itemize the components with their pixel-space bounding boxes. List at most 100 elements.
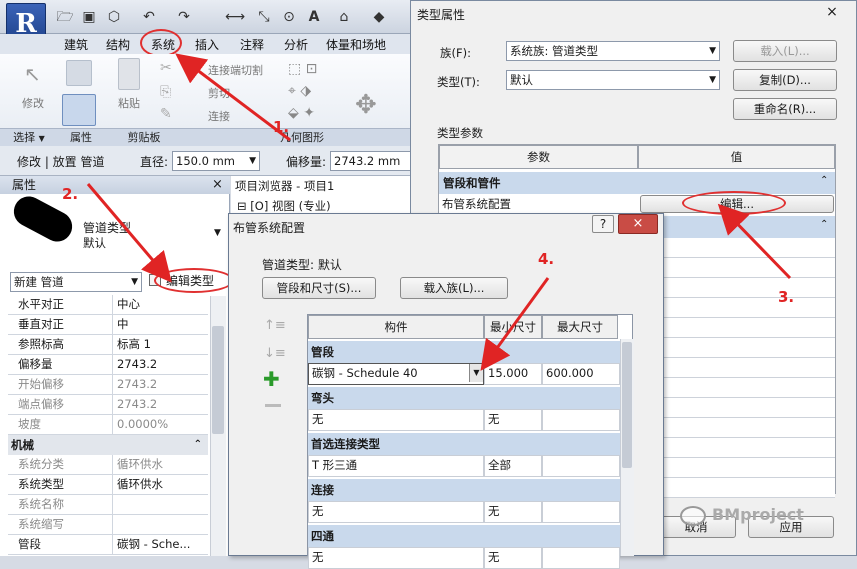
min-size-cell[interactable]: 无 bbox=[484, 547, 542, 569]
property-value[interactable]: 2743.2 bbox=[112, 355, 208, 375]
min-size-cell[interactable]: 15.000 bbox=[484, 363, 542, 385]
property-name: 管段 bbox=[18, 537, 41, 551]
redo-icon[interactable]: ↷ bbox=[175, 8, 193, 26]
group-pipe-fittings[interactable]: 管段和管件 bbox=[439, 172, 835, 194]
max-size-cell[interactable] bbox=[542, 547, 620, 569]
browser-title: 项目浏览器 - 项目1 bbox=[235, 179, 335, 193]
connect-cut-label[interactable]: 连接端切割 bbox=[208, 62, 263, 78]
move-up-icon[interactable]: ↑≡ bbox=[264, 318, 286, 333]
move-icon[interactable]: ✥ bbox=[355, 90, 377, 120]
property-row[interactable]: 偏移量 2743.2 bbox=[8, 355, 208, 375]
open-icon[interactable]: 🗁 bbox=[56, 8, 74, 26]
sync-icon[interactable]: ⬡ bbox=[105, 8, 123, 26]
segment-select[interactable]: 碳钢 - Schedule 40 ▼ bbox=[308, 363, 484, 385]
text-icon[interactable]: A bbox=[305, 8, 323, 26]
segments-sizes-button[interactable]: 管段和尺寸(S)... bbox=[262, 277, 376, 299]
property-row[interactable]: 系统名称 bbox=[8, 495, 208, 515]
max-size-cell[interactable] bbox=[542, 501, 620, 523]
add-row-icon[interactable]: ✚ bbox=[263, 367, 280, 391]
min-size-cell[interactable]: 全部 bbox=[484, 455, 542, 477]
match-icon[interactable]: ✎ bbox=[160, 106, 172, 122]
help-icon[interactable]: ? bbox=[592, 215, 614, 233]
property-row[interactable]: 水平对正 中心 bbox=[8, 295, 208, 315]
paste-icon[interactable] bbox=[118, 58, 140, 90]
property-row[interactable]: 管段 碳钢 - Sche... bbox=[8, 535, 208, 555]
property-value[interactable]: 循环供水 bbox=[112, 475, 208, 495]
offset-input[interactable]: 2743.2 mm bbox=[330, 151, 420, 171]
tab-massing[interactable]: 体量和场地 bbox=[326, 36, 386, 54]
group-mechanical[interactable]: 机械 ⌃ bbox=[8, 435, 208, 455]
property-row[interactable]: 系统分类 循环供水 bbox=[8, 455, 208, 475]
load-family-button[interactable]: 载入族(L)... bbox=[400, 277, 508, 299]
close-icon[interactable]: × bbox=[212, 177, 223, 192]
collapse-icon[interactable]: ⌃ bbox=[194, 435, 202, 455]
duplicate-button[interactable]: 复制(D)... bbox=[733, 69, 837, 91]
scrollbar-thumb[interactable] bbox=[622, 342, 632, 468]
remove-row-icon[interactable] bbox=[265, 404, 281, 407]
min-size-cell[interactable]: 无 bbox=[484, 501, 542, 523]
property-row[interactable]: 开始偏移 2743.2 bbox=[8, 375, 208, 395]
property-row[interactable]: 系统类型 循环供水 bbox=[8, 475, 208, 495]
move-down-icon[interactable]: ↓≡ bbox=[264, 346, 286, 361]
tab-structure[interactable]: 结构 bbox=[106, 36, 130, 54]
tab-analyze[interactable]: 分析 bbox=[284, 36, 308, 54]
routing-member-cell[interactable]: 无 bbox=[308, 409, 484, 431]
tab-insert[interactable]: 插入 bbox=[195, 36, 219, 54]
type-select[interactable]: 默认 ▼ bbox=[506, 70, 720, 90]
property-value[interactable]: 碳钢 - Sche... bbox=[112, 535, 208, 555]
panel-select[interactable]: 选择 ▼ bbox=[0, 128, 58, 146]
properties-icon[interactable] bbox=[62, 94, 96, 126]
load-button[interactable]: 载入(L)... bbox=[733, 40, 837, 62]
routing-member-cell[interactable]: 无 bbox=[308, 547, 484, 569]
max-size-cell[interactable] bbox=[542, 409, 620, 431]
property-value[interactable]: 0.0000% bbox=[112, 415, 208, 435]
tab-annotate[interactable]: 注释 bbox=[240, 36, 264, 54]
routing-member-cell[interactable]: 无 bbox=[308, 501, 484, 523]
chevron-down-icon[interactable]: ▼ bbox=[469, 364, 483, 382]
min-size-cell[interactable]: 无 bbox=[484, 409, 542, 431]
type-selector-chevron-icon[interactable]: ▼ bbox=[214, 228, 221, 238]
property-value[interactable]: 中心 bbox=[112, 295, 208, 315]
collapse-icon[interactable]: ⌃ bbox=[820, 175, 828, 186]
property-row[interactable]: 参照标高 标高 1 bbox=[8, 335, 208, 355]
tag-icon[interactable]: ⊙ bbox=[280, 8, 298, 26]
tab-architecture[interactable]: 建筑 bbox=[64, 36, 88, 54]
cut-label[interactable]: 剪切 bbox=[208, 85, 230, 101]
property-row[interactable]: 垂直对正 中 bbox=[8, 315, 208, 335]
property-value[interactable]: 标高 1 bbox=[112, 335, 208, 355]
expand-icon[interactable]: ⊟ bbox=[237, 199, 247, 213]
modify-arrow-icon[interactable]: ↖ bbox=[24, 62, 41, 86]
copy-icon[interactable]: ⎘ bbox=[160, 84, 171, 100]
section-icon[interactable]: ◆ bbox=[370, 8, 388, 26]
save-icon[interactable]: ▣ bbox=[80, 8, 98, 26]
type-properties-icon[interactable] bbox=[66, 60, 92, 86]
property-row[interactable]: 端点偏移 2743.2 bbox=[8, 395, 208, 415]
property-value[interactable]: 循环供水 bbox=[112, 455, 208, 475]
scrollbar-thumb[interactable] bbox=[212, 326, 224, 434]
undo-icon[interactable]: ↶ bbox=[140, 8, 158, 26]
geometry-icons[interactable]: ⬚ ⊡ ⌖ ⬗ ⬙ ✦ bbox=[288, 58, 317, 124]
property-value[interactable]: 2743.2 bbox=[112, 395, 208, 415]
max-size-cell[interactable] bbox=[542, 455, 620, 477]
property-value[interactable]: 2743.2 bbox=[112, 375, 208, 395]
property-row[interactable]: 系统缩写 bbox=[8, 515, 208, 535]
close-icon[interactable]: × bbox=[820, 4, 844, 22]
max-size-cell[interactable]: 600.000 bbox=[542, 363, 620, 385]
property-value[interactable]: 中 bbox=[112, 315, 208, 335]
property-value[interactable] bbox=[112, 515, 208, 535]
close-icon[interactable]: × bbox=[618, 214, 658, 234]
property-row[interactable]: 坡度 0.0000% bbox=[8, 415, 208, 435]
instance-filter-combo[interactable]: 新建 管道 ▼ bbox=[10, 272, 142, 292]
measure-icon[interactable]: ⟷ bbox=[225, 8, 245, 26]
cut-icon[interactable]: ✂ bbox=[160, 60, 172, 76]
dimension-icon[interactable]: ⤡ bbox=[255, 8, 273, 26]
join-label[interactable]: 连接 bbox=[208, 108, 230, 124]
family-select[interactable]: 系统族: 管道类型 ▼ bbox=[506, 41, 720, 61]
routing-member-cell[interactable]: T 形三通 bbox=[308, 455, 484, 477]
diameter-combo[interactable]: 150.0 mm ▼ bbox=[172, 151, 260, 171]
collapse-icon[interactable]: ⌃ bbox=[820, 219, 828, 230]
browser-item-views[interactable]: ⊟ [O] 视图 (专业) bbox=[237, 198, 331, 214]
rename-button[interactable]: 重命名(R)... bbox=[733, 98, 837, 120]
3d-view-icon[interactable]: ⌂ bbox=[335, 8, 353, 26]
property-value[interactable] bbox=[112, 495, 208, 515]
